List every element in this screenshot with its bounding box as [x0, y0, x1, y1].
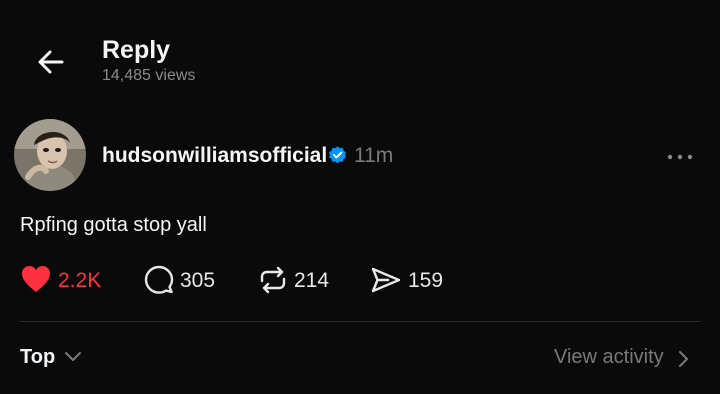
share-count: 159	[408, 269, 444, 292]
post-time: 11m	[354, 144, 394, 167]
more-icon	[667, 154, 693, 160]
avatar[interactable]	[14, 119, 86, 191]
header: Reply 14,485 views	[0, 0, 720, 100]
like-count: 2.2K	[58, 269, 102, 292]
chevron-down-icon	[65, 352, 81, 361]
avatar-image	[14, 119, 86, 191]
reply-count: 305	[180, 269, 216, 292]
repost-button[interactable]: 214	[257, 262, 337, 298]
post-text: Rpfing gotta stop yall	[20, 214, 207, 236]
divider	[20, 321, 700, 322]
repost-count: 214	[294, 269, 330, 292]
view-activity-label: View activity	[554, 346, 664, 368]
view-activity-link[interactable]: View activity	[554, 344, 694, 372]
arrow-left-icon	[38, 50, 64, 74]
verified-badge-icon	[329, 146, 346, 164]
more-options-button[interactable]	[664, 150, 696, 164]
comment-icon	[144, 265, 174, 294]
repost-icon	[260, 266, 286, 294]
page-title: Reply	[102, 36, 171, 64]
send-icon	[371, 267, 401, 293]
sort-dropdown[interactable]: Top	[20, 344, 90, 372]
reply-button[interactable]: 305	[143, 262, 223, 298]
username[interactable]: hudsonwilliamsofficial	[102, 144, 327, 168]
view-count: 14,485 views	[102, 67, 196, 84]
chevron-right-icon	[679, 351, 688, 367]
share-button[interactable]: 159	[370, 262, 450, 298]
sort-label: Top	[20, 346, 56, 368]
like-button[interactable]: 2.2K	[20, 262, 110, 298]
back-button[interactable]	[32, 42, 72, 82]
heart-icon	[22, 266, 50, 292]
